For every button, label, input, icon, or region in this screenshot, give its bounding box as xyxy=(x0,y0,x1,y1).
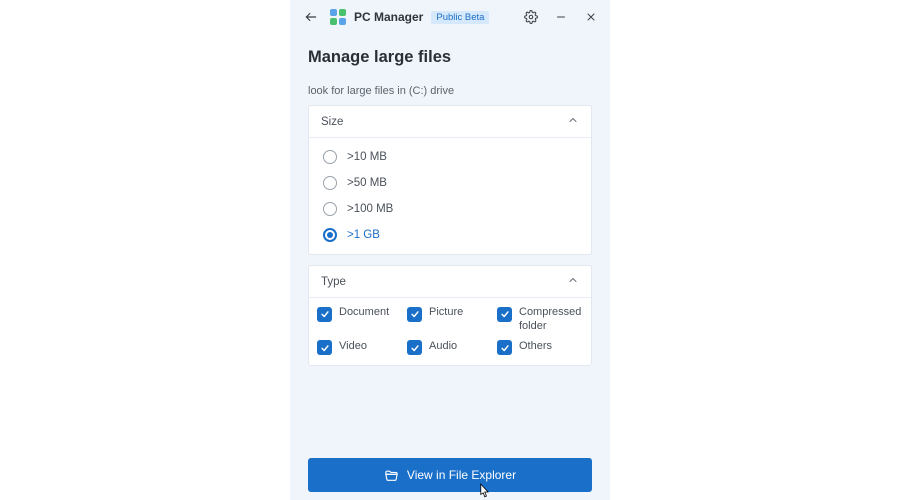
app-title: PC Manager xyxy=(354,10,423,24)
app-window: PC Manager Public Beta Manage large file… xyxy=(290,0,610,500)
type-panel-title: Type xyxy=(321,276,346,288)
gear-icon xyxy=(524,10,538,24)
size-option-label: >100 MB xyxy=(347,203,393,215)
type-option-label: Audio xyxy=(429,340,457,354)
settings-button[interactable] xyxy=(518,4,544,30)
chevron-up-icon xyxy=(567,274,579,289)
checkbox-checked-icon xyxy=(497,307,512,322)
type-option-video[interactable]: Video xyxy=(317,340,403,356)
size-option-10mb[interactable]: >10 MB xyxy=(315,144,585,170)
size-option-100mb[interactable]: >100 MB xyxy=(315,196,585,222)
type-option-label: Others xyxy=(519,340,552,354)
size-option-label: >1 GB xyxy=(347,229,380,241)
close-icon xyxy=(585,11,597,23)
size-panel-body: >10 MB >50 MB >100 MB >1 GB xyxy=(309,138,591,254)
size-option-label: >10 MB xyxy=(347,151,387,163)
radio-selected-icon xyxy=(323,228,337,242)
type-grid: Document Picture Compressed folder Video xyxy=(309,298,591,365)
titlebar: PC Manager Public Beta xyxy=(290,0,610,34)
size-panel: Size >10 MB >50 MB xyxy=(308,105,592,255)
content-area: Manage large files look for large files … xyxy=(290,34,610,492)
beta-badge: Public Beta xyxy=(431,11,489,24)
radio-icon xyxy=(323,202,337,216)
app-logo-icon xyxy=(330,9,346,25)
view-in-file-explorer-button[interactable]: View in File Explorer xyxy=(308,458,592,492)
checkbox-checked-icon xyxy=(407,307,422,322)
primary-button-label: View in File Explorer xyxy=(407,468,516,482)
type-option-audio[interactable]: Audio xyxy=(407,340,493,356)
type-option-picture[interactable]: Picture xyxy=(407,306,493,334)
checkbox-checked-icon xyxy=(317,307,332,322)
size-option-1gb[interactable]: >1 GB xyxy=(315,222,585,248)
type-option-label: Picture xyxy=(429,306,463,320)
type-option-others[interactable]: Others xyxy=(497,340,583,356)
page-subtitle: look for large files in (C:) drive xyxy=(308,85,592,97)
cursor-pointer-icon xyxy=(476,482,492,500)
checkbox-checked-icon xyxy=(497,340,512,355)
radio-icon xyxy=(323,150,337,164)
type-option-label: Video xyxy=(339,340,367,354)
folder-open-icon xyxy=(384,468,399,483)
type-option-label: Compressed folder xyxy=(519,306,583,334)
close-button[interactable] xyxy=(578,4,604,30)
type-option-compressed[interactable]: Compressed folder xyxy=(497,306,583,334)
size-option-50mb[interactable]: >50 MB xyxy=(315,170,585,196)
size-panel-header[interactable]: Size xyxy=(309,106,591,138)
size-option-label: >50 MB xyxy=(347,177,387,189)
page-title: Manage large files xyxy=(308,48,592,67)
type-panel: Type Document Picture xyxy=(308,265,592,366)
size-panel-title: Size xyxy=(321,116,343,128)
minimize-icon xyxy=(555,11,567,23)
checkbox-checked-icon xyxy=(407,340,422,355)
radio-icon xyxy=(323,176,337,190)
chevron-up-icon xyxy=(567,114,579,129)
checkbox-checked-icon xyxy=(317,340,332,355)
type-option-label: Document xyxy=(339,306,389,320)
type-option-document[interactable]: Document xyxy=(317,306,403,334)
back-button[interactable] xyxy=(298,4,324,30)
type-panel-header[interactable]: Type xyxy=(309,266,591,298)
back-arrow-icon xyxy=(304,10,318,24)
minimize-button[interactable] xyxy=(548,4,574,30)
